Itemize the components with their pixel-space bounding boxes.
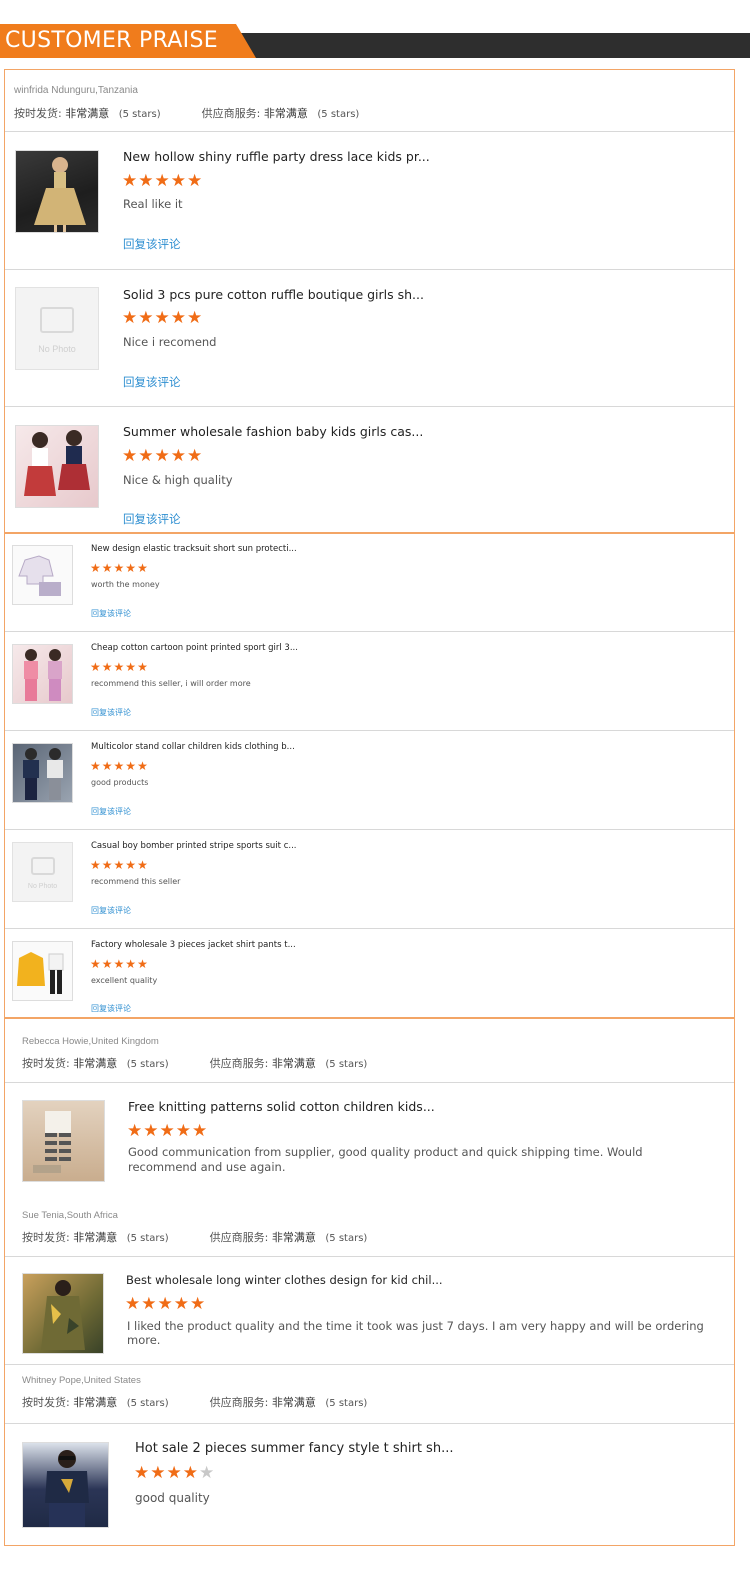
star-rating: ★★★★★: [90, 561, 149, 575]
star-rating: ★★★★★: [90, 660, 149, 674]
reply-link[interactable]: 回复该评论: [91, 608, 131, 619]
rating-summary: 按时发货: 非常满意 (5 stars) 供应商服务: 非常满意 (5 star…: [22, 1231, 368, 1244]
tracksuit-icon: [18, 555, 61, 596]
star-rating: ★★★★★: [122, 446, 204, 465]
camo-coat-icon: [41, 1280, 85, 1350]
girls-outfit-icon: [24, 430, 90, 496]
yellow-jacket-icon: [17, 952, 64, 994]
product-title[interactable]: New hollow shiny ruffle party dress lace…: [123, 149, 430, 164]
section-banner: CUSTOMER PRAISE: [0, 24, 750, 58]
review-comment: good quality: [135, 1491, 210, 1505]
product-image[interactable]: No Photo: [15, 287, 99, 370]
section-title: CUSTOMER PRAISE: [5, 28, 218, 53]
navy-tshirt-icon: [45, 1450, 89, 1527]
product-image[interactable]: [22, 1442, 109, 1528]
product-title[interactable]: Cheap cotton cartoon point printed sport…: [91, 643, 298, 653]
reviewer-name: Sue Tenia,South Africa: [22, 1210, 118, 1221]
review-card: winfrida Ndunguru,Tanzania 按时发货: 非常满意 (5…: [4, 69, 735, 533]
review-comment: worth the money: [91, 580, 160, 589]
divider: [5, 1364, 734, 1365]
no-photo-label: No Photo: [38, 344, 76, 354]
girl-dress-icon: [34, 157, 86, 232]
reply-link[interactable]: 回复该评论: [123, 511, 181, 527]
divider: [5, 928, 734, 929]
reply-link[interactable]: 回复该评论: [123, 374, 181, 390]
product-title[interactable]: Multicolor stand collar children kids cl…: [91, 742, 295, 752]
no-photo-label: No Photo: [27, 883, 58, 890]
review-more-products: New design elastic tracksuit short sun p…: [4, 533, 735, 1018]
reviewer-name: Whitney Pope,United States: [22, 1375, 141, 1386]
divider: [5, 730, 734, 731]
review-comment: recommend this seller, i will order more: [91, 679, 251, 688]
product-title[interactable]: Best wholesale long winter clothes desig…: [126, 1273, 443, 1287]
star-rating: ★★★★★: [90, 957, 149, 971]
product-image[interactable]: [12, 743, 73, 803]
reply-link[interactable]: 回复该评论: [91, 1003, 131, 1014]
no-photo-icon: [40, 307, 74, 334]
product-image[interactable]: [22, 1273, 104, 1354]
review-comment: Nice & high quality: [123, 473, 233, 487]
divider: [5, 269, 734, 270]
product-title[interactable]: Factory wholesale 3 pieces jacket shirt …: [91, 940, 296, 950]
divider: [5, 1256, 734, 1257]
reviewer-name: winfrida Ndunguru,Tanzania: [14, 85, 138, 96]
review-card: Rebecca Howie,United Kingdom 按时发货: 非常满意 …: [4, 1018, 735, 1546]
rating-summary: 按时发货: 非常满意 (5 stars) 供应商服务: 非常满意 (5 star…: [14, 107, 360, 120]
star-rating: ★★★★★: [122, 171, 204, 190]
boys-clothing-icon: [23, 748, 63, 800]
striped-pants-icon: [33, 1111, 71, 1173]
product-title[interactable]: Free knitting patterns solid cotton chil…: [128, 1099, 435, 1114]
product-image[interactable]: [12, 941, 73, 1001]
product-image[interactable]: [22, 1100, 105, 1182]
review-comment: excellent quality: [91, 976, 158, 985]
review-comment: Real like it: [123, 197, 183, 211]
rating-summary: 按时发货: 非常满意 (5 stars) 供应商服务: 非常满意 (5 star…: [22, 1396, 368, 1409]
product-image[interactable]: [15, 150, 99, 233]
reply-link[interactable]: 回复该评论: [123, 236, 181, 252]
product-title[interactable]: Casual boy bomber printed stripe sports …: [91, 841, 296, 851]
reply-link[interactable]: 回复该评论: [91, 806, 131, 817]
review-comment: Nice i recomend: [123, 335, 217, 349]
divider: [5, 1082, 734, 1083]
rating-summary: 按时发货: 非常满意 (5 stars) 供应商服务: 非常满意 (5 star…: [22, 1057, 368, 1070]
no-photo-icon: [30, 857, 55, 876]
star-rating: ★★★★★: [127, 1121, 209, 1140]
star-rating: ★★★★★: [134, 1463, 216, 1482]
star-rating: ★★★★★: [125, 1294, 207, 1313]
product-title[interactable]: Hot sale 2 pieces summer fancy style t s…: [135, 1441, 453, 1456]
product-title[interactable]: Solid 3 pcs pure cotton ruffle boutique …: [123, 287, 424, 302]
reviewer-name: Rebecca Howie,United Kingdom: [22, 1036, 159, 1047]
divider: [5, 131, 734, 132]
reply-link[interactable]: 回复该评论: [91, 707, 131, 718]
product-image[interactable]: [15, 425, 99, 508]
divider: [5, 1423, 734, 1424]
review-comment: Good communication from supplier, good q…: [128, 1145, 643, 1174]
review-comment: recommend this seller: [91, 877, 181, 886]
divider: [5, 829, 734, 830]
pink-sport-icon: [24, 649, 62, 701]
product-image[interactable]: [12, 644, 73, 704]
review-comment: good products: [91, 778, 149, 787]
divider: [5, 406, 734, 407]
star-rating: ★★★★★: [90, 759, 149, 773]
product-title[interactable]: Summer wholesale fashion baby kids girls…: [123, 424, 423, 439]
star-rating: ★★★★★: [122, 308, 204, 327]
product-image[interactable]: No Photo: [12, 842, 73, 902]
divider: [5, 631, 734, 632]
reply-link[interactable]: 回复该评论: [91, 905, 131, 916]
product-title[interactable]: New design elastic tracksuit short sun p…: [91, 544, 297, 554]
product-image[interactable]: [12, 545, 73, 605]
review-comment: I liked the product quality and the time…: [127, 1319, 704, 1347]
star-rating: ★★★★★: [90, 858, 149, 872]
